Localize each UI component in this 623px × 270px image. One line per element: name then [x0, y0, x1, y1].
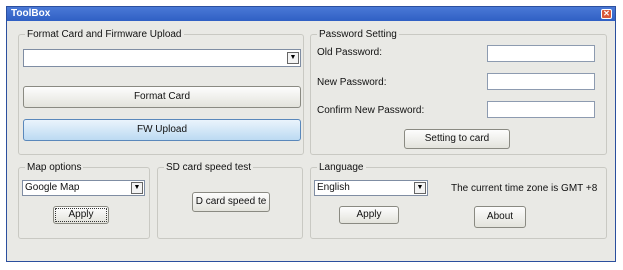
toolbox-window: ToolBox ✕ Format Card and Firmware Uploa…: [6, 6, 616, 262]
password-setting-legend: Password Setting: [317, 29, 399, 41]
map-options-group: Map options Google Map ▼ Apply: [18, 162, 150, 239]
map-select[interactable]: Google Map ▼: [22, 180, 145, 196]
map-select-value: Google Map: [25, 182, 80, 193]
sd-card-speed-test-button[interactable]: D card speed te: [192, 192, 270, 212]
language-select[interactable]: English ▼: [314, 180, 428, 196]
old-password-label: Old Password:: [317, 47, 383, 58]
password-setting-group: Password Setting Old Password: New Passw…: [310, 29, 607, 155]
setting-to-card-button[interactable]: Setting to card: [404, 129, 510, 149]
format-card-button[interactable]: Format Card: [23, 86, 301, 108]
format-firmware-legend: Format Card and Firmware Upload: [25, 29, 184, 41]
title-bar: ToolBox ✕: [7, 7, 615, 21]
sd-card-speed-group: SD card speed test D card speed te: [157, 162, 303, 239]
chevron-down-icon[interactable]: ▼: [131, 182, 143, 194]
chevron-down-icon[interactable]: ▼: [414, 182, 426, 194]
language-group: Language English ▼ Apply The current tim…: [310, 162, 607, 239]
fw-upload-button[interactable]: FW Upload: [23, 119, 301, 141]
firmware-select[interactable]: ▼: [23, 49, 301, 67]
language-select-value: English: [317, 182, 350, 193]
map-apply-button[interactable]: Apply: [53, 206, 109, 224]
language-apply-button[interactable]: Apply: [339, 206, 399, 224]
sd-card-speed-legend: SD card speed test: [164, 162, 254, 174]
old-password-field[interactable]: [487, 45, 595, 62]
window-title: ToolBox: [11, 8, 51, 19]
map-options-legend: Map options: [25, 162, 84, 174]
new-password-label: New Password:: [317, 77, 387, 88]
close-icon[interactable]: ✕: [601, 9, 612, 19]
confirm-password-label: Confirm New Password:: [317, 105, 425, 116]
new-password-field[interactable]: [487, 73, 595, 90]
chevron-down-icon[interactable]: ▼: [287, 52, 299, 64]
format-firmware-group: Format Card and Firmware Upload ▼ Format…: [18, 29, 304, 155]
about-button[interactable]: About: [474, 206, 526, 228]
confirm-password-field[interactable]: [487, 101, 595, 118]
timezone-text: The current time zone is GMT +8: [451, 183, 598, 194]
language-legend: Language: [317, 162, 366, 174]
